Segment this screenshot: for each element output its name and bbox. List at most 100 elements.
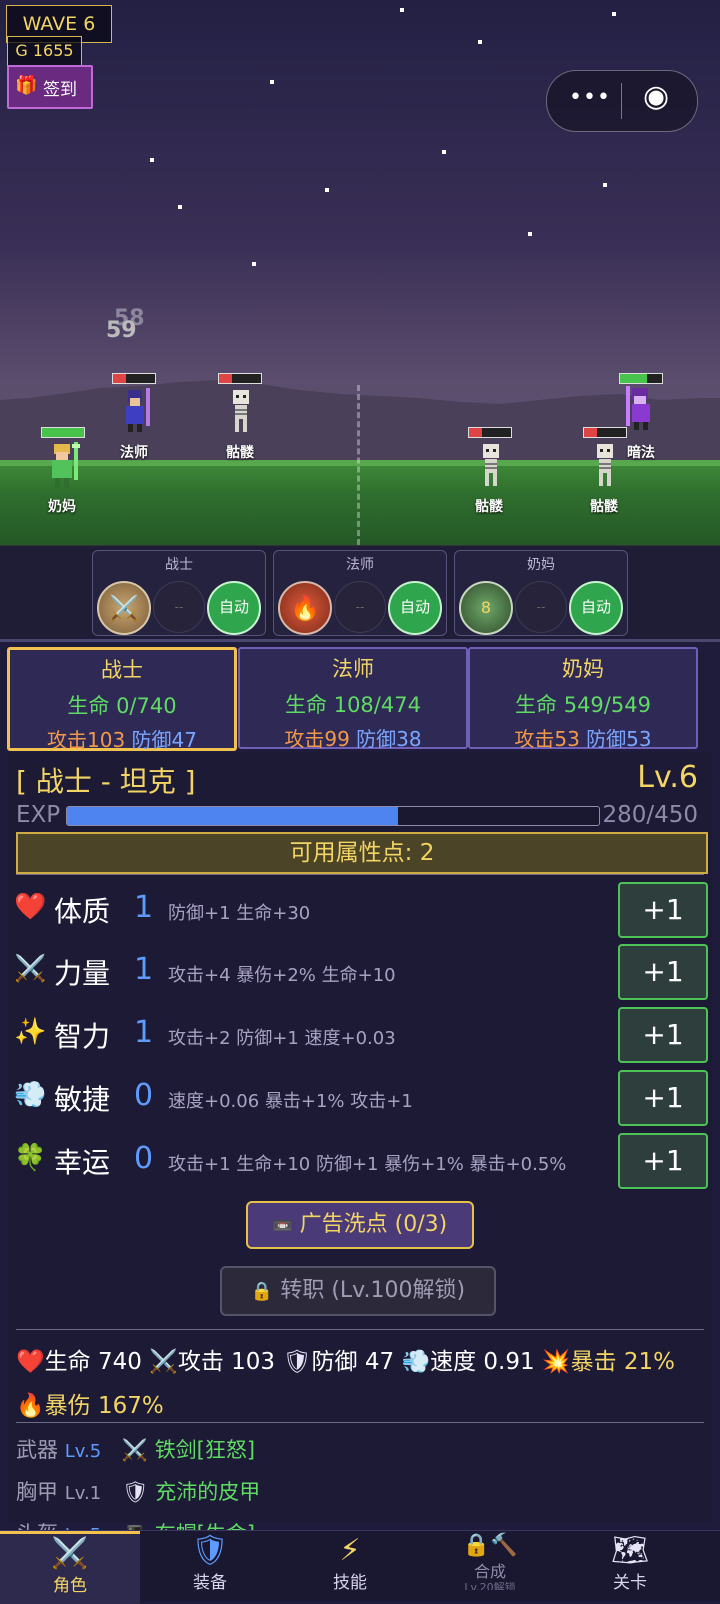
- stat-crit-damage: 暴伤 167%: [44, 1393, 164, 1419]
- tab-stages[interactable]: 🗺 关卡: [560, 1531, 700, 1601]
- capsule-divider: [621, 83, 622, 119]
- dark-mage-sprite: [626, 386, 650, 430]
- lock-icon: 🔒: [250, 1281, 274, 1302]
- add-agility-button[interactable]: +1: [618, 1070, 708, 1126]
- exp-bar: [66, 806, 600, 826]
- attr-value: 0: [134, 1078, 154, 1113]
- skeleton-sprite: [597, 444, 613, 486]
- available-points: 可用属性点: 2: [16, 832, 708, 874]
- burst-icon: 💥: [541, 1349, 571, 1375]
- unit-name: 暗法: [627, 445, 655, 461]
- tab-craft[interactable]: 🔒🔨 合成 Lv.20解锁: [420, 1531, 560, 1601]
- tab-equipment[interactable]: 🛡 装备: [140, 1531, 280, 1601]
- skill-slot-empty[interactable]: --: [334, 581, 386, 633]
- exp-label: EXP: [16, 802, 61, 828]
- unit-hp-bar: [583, 427, 627, 438]
- attr-value: 1: [134, 1015, 154, 1050]
- fire-skill-icon[interactable]: 🔥: [278, 581, 332, 635]
- add-luck-button[interactable]: +1: [618, 1133, 708, 1189]
- skill-slot-empty[interactable]: --: [515, 581, 567, 633]
- hero-card-mage[interactable]: 法师 生命 108/474 攻击99 防御38: [238, 647, 468, 751]
- attr-name: 幸运: [54, 1146, 111, 1179]
- job-change-label: 转职 (Lv.100解锁): [280, 1278, 466, 1303]
- mage-sprite: [126, 388, 150, 432]
- fire-icon: 🔥: [16, 1393, 45, 1419]
- tab-role[interactable]: ⚔️ 角色: [0, 1531, 140, 1604]
- hero-attack: 攻击53: [514, 727, 580, 751]
- attr-name: 敏捷: [54, 1083, 111, 1116]
- skeleton-sprite: [483, 444, 499, 486]
- unit-name: 骷髅: [475, 499, 503, 515]
- heal-skill-icon[interactable]: 8: [459, 581, 513, 635]
- checkin-button[interactable]: 🎁 签到: [7, 65, 93, 109]
- swords-icon: ⚔️: [149, 1349, 178, 1375]
- auto-toggle[interactable]: 自动: [569, 581, 623, 635]
- hero-hp: 生命 108/474: [285, 693, 421, 717]
- auto-toggle[interactable]: 自动: [207, 581, 261, 635]
- add-constitution-button[interactable]: +1: [618, 882, 708, 938]
- unit-name: 法师: [120, 445, 148, 461]
- equip-slot: 武器: [16, 1438, 58, 1462]
- equip-row-chest[interactable]: 胸甲 Lv.1 🛡 充沛的皮甲: [16, 1472, 706, 1514]
- unit-hp-bar: [41, 427, 85, 438]
- hero-card-warrior[interactable]: 战士 生命 0/740 攻击103 防御47: [7, 647, 237, 752]
- stat-defense: 防御 47: [311, 1349, 395, 1375]
- tab-label: 关卡: [613, 1573, 647, 1593]
- healer-sprite: [52, 442, 80, 488]
- hero-card-healer[interactable]: 奶妈 生命 549/549 攻击53 防御53: [468, 647, 698, 751]
- attr-row-constitution: ❤️ 体质 1 防御+1 生命+30 +1: [8, 878, 708, 938]
- attr-name: 智力: [54, 1020, 111, 1053]
- attr-value: 0: [134, 1141, 154, 1176]
- add-intelligence-button[interactable]: +1: [618, 1007, 708, 1063]
- hero-hp: 生命 0/740: [67, 694, 177, 718]
- map-icon: 🗺: [610, 1533, 650, 1568]
- attr-name: 体质: [54, 895, 111, 928]
- total-stats: ❤️生命 740 ⚔️攻击 103 🛡防御 47 💨速度 0.91 💥暴击 21…: [16, 1340, 716, 1428]
- heart-icon: ❤️: [16, 1349, 45, 1375]
- capsule-menu: ••• ◉: [546, 70, 698, 132]
- tab-skills[interactable]: ⚡ 技能: [280, 1531, 420, 1601]
- unit-name: 骷髅: [590, 499, 618, 515]
- skill-group-title: 战士: [165, 557, 193, 573]
- skill-slot-empty[interactable]: --: [153, 581, 205, 633]
- exp-bar-fill: [67, 807, 398, 825]
- hero-defense: 防御53: [586, 727, 652, 751]
- tab-label: 角色: [53, 1576, 87, 1596]
- shield-icon: 🛡: [190, 1533, 230, 1568]
- equip-item: 铁剑[狂怒]: [154, 1438, 256, 1462]
- tab-label: 合成: [473, 1562, 506, 1581]
- skill-bar: 战士 ⚔️ -- 自动 法师 🔥 -- 自动 奶妈 8 -- 自动: [0, 545, 720, 638]
- tab-label: 装备: [193, 1573, 227, 1593]
- unit-hp-bar: [112, 373, 156, 384]
- tab-unlock-hint: Lv.20解锁: [464, 1582, 516, 1590]
- unit-name: 奶妈: [48, 499, 76, 515]
- hero-detail-panel: [ 战士 - 坦克 ] Lv.6 EXP 280/450 可用属性点: 2 ❤️…: [8, 752, 712, 1546]
- more-button[interactable]: •••: [569, 85, 611, 110]
- close-target-button[interactable]: ◉: [643, 79, 669, 114]
- job-change-button[interactable]: 🔒 转职 (Lv.100解锁): [220, 1266, 496, 1316]
- divider: [16, 1422, 704, 1423]
- equip-level: Lv.1: [64, 1483, 102, 1504]
- hero-defense: 防御47: [131, 728, 197, 752]
- equip-row-weapon[interactable]: 武器 Lv.5 ⚔️ 铁剑[狂怒]: [16, 1430, 706, 1472]
- attr-desc: 防御+1 生命+30: [168, 903, 311, 924]
- divider: [16, 874, 704, 875]
- skill-group-mage: 法师 🔥 -- 自动: [273, 550, 447, 636]
- unit-hp-bar: [218, 373, 262, 384]
- wind-icon: 💨: [14, 1080, 47, 1110]
- center-line: [357, 385, 360, 545]
- attr-desc: 攻击+1 生命+10 防御+1 暴伤+1% 暴击+0.5%: [168, 1154, 567, 1175]
- hero-defense: 防御38: [356, 727, 422, 751]
- auto-toggle[interactable]: 自动: [388, 581, 442, 635]
- equip-slot: 胸甲: [16, 1480, 58, 1504]
- equip-level: Lv.5: [64, 1441, 102, 1462]
- ad-reset-button[interactable]: 📼 广告洗点 (0/3): [246, 1201, 474, 1249]
- stat-hp: 生命 740: [44, 1349, 142, 1375]
- unit-hp-bar: [468, 427, 512, 438]
- hero-attack: 攻击99: [284, 727, 350, 751]
- hero-level: Lv.6: [637, 760, 698, 795]
- divider: [0, 639, 720, 642]
- sword-skill-icon[interactable]: ⚔️: [97, 581, 151, 635]
- attr-value: 1: [134, 952, 154, 987]
- add-strength-button[interactable]: +1: [618, 944, 708, 1000]
